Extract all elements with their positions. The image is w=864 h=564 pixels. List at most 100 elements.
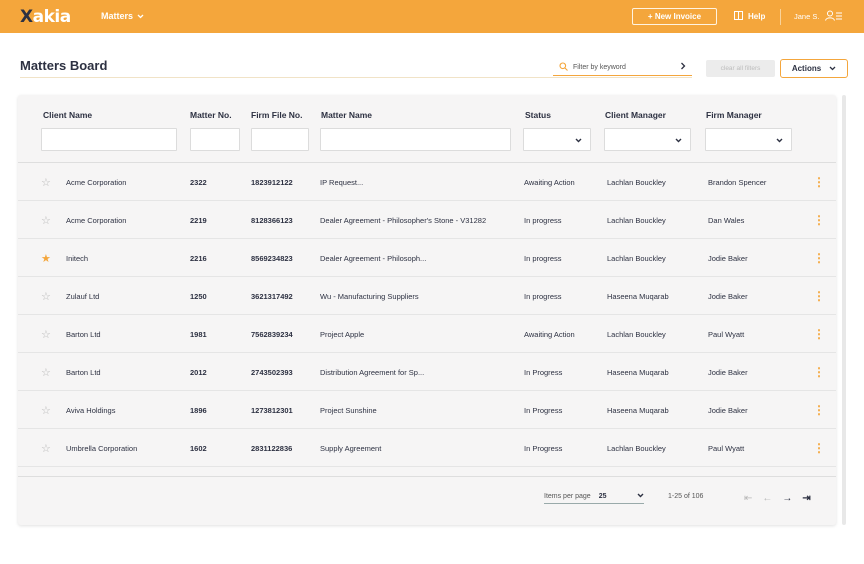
actions-label: Actions [791, 64, 822, 73]
status-cell: In progress [524, 253, 562, 263]
items-per-page-select[interactable]: Items per page 25 [544, 493, 644, 504]
header-client-name[interactable]: Client Name [43, 110, 92, 120]
user-menu[interactable]: Jane S. [794, 10, 843, 23]
firm-file-no-cell: 7562839234 [251, 329, 293, 339]
matter-name-filter-input[interactable] [320, 128, 511, 151]
help-book-icon [733, 10, 744, 23]
header-matter-no[interactable]: Matter No. [190, 110, 232, 120]
chevron-down-icon [829, 64, 836, 73]
chevron-right-icon[interactable] [680, 62, 692, 73]
matter-no-cell: 2216 [190, 253, 207, 263]
filter-input[interactable]: Filter by keyword [573, 64, 680, 71]
help-label: Help [748, 12, 766, 21]
firm-manager-cell: Brandon Spencer [708, 177, 767, 187]
client-manager-cell: Haseena Muqarab [607, 291, 669, 301]
matter-no-cell: 2219 [190, 215, 207, 225]
firm-file-no-filter-input[interactable] [251, 128, 309, 151]
client-name-filter-input[interactable] [41, 128, 177, 151]
vertical-scrollbar[interactable] [842, 95, 846, 525]
footer-divider [18, 476, 836, 477]
client-name-cell: Acme Corporation [66, 215, 127, 225]
more-options-icon[interactable]: ⋮ [813, 277, 825, 315]
new-invoice-button[interactable]: + New Invoice [632, 8, 717, 25]
firm-file-no-cell: 2831122836 [251, 443, 293, 453]
page-title: Matters Board [20, 58, 108, 73]
more-options-icon[interactable]: ⋮ [813, 163, 825, 201]
more-options-icon[interactable]: ⋮ [813, 429, 825, 467]
top-bar: Xakia Matters + New Invoice Help Jane S. [0, 0, 864, 33]
actions-button[interactable]: Actions [780, 59, 848, 78]
client-manager-cell: Lachlan Bouckley [607, 253, 666, 263]
more-options-icon[interactable]: ⋮ [813, 315, 825, 353]
firm-file-no-cell: 8569234823 [251, 253, 293, 263]
matter-no-cell: 1250 [190, 291, 207, 301]
next-page-icon[interactable]: → [782, 493, 792, 504]
keyword-filter[interactable]: Filter by keyword [553, 60, 692, 76]
client-manager-filter-select[interactable] [604, 128, 691, 151]
firm-manager-cell: Jodie Baker [708, 253, 748, 263]
firm-manager-filter-select[interactable] [705, 128, 792, 151]
more-options-icon[interactable]: ⋮ [813, 201, 825, 239]
status-filter-select[interactable] [523, 128, 591, 151]
matter-no-filter-input[interactable] [190, 128, 240, 151]
table-row[interactable]: ☆ Acme Corporation 2219 8128366123 Dealer Ag… [18, 201, 836, 239]
status-cell: Awaiting Action [524, 329, 575, 339]
firm-file-no-cell: 3621317492 [251, 291, 293, 301]
help-link[interactable]: Help [733, 10, 765, 23]
user-menu-icon [825, 10, 843, 23]
star-outline-icon[interactable]: ☆ [41, 277, 51, 315]
client-name-cell: Acme Corporation [66, 177, 127, 187]
star-outline-icon[interactable]: ☆ [41, 201, 51, 239]
table-row[interactable]: ☆ Zulauf Ltd 1250 3621317492 Wu - Manufactur… [18, 277, 836, 315]
header-status[interactable]: Status [525, 110, 551, 120]
star-outline-icon[interactable]: ☆ [41, 353, 51, 391]
header-client-manager[interactable]: Client Manager [605, 110, 666, 120]
clear-filters-button[interactable]: clear all filters [706, 60, 775, 77]
header-matter-name[interactable]: Matter Name [321, 110, 372, 120]
matter-no-cell: 1896 [190, 405, 207, 415]
items-per-page-value: 25 [598, 493, 607, 500]
more-options-icon[interactable]: ⋮ [813, 353, 825, 391]
status-cell: In Progress [524, 405, 563, 415]
chevron-down-icon [575, 135, 582, 145]
star-outline-icon[interactable]: ☆ [41, 391, 51, 429]
star-outline-icon[interactable]: ☆ [41, 429, 51, 467]
table-row[interactable]: ☆ Acme Corporation 2322 1823912122 IP Reques… [18, 163, 836, 201]
items-per-page-label: Items per page [544, 493, 591, 500]
chevron-down-icon [137, 11, 144, 21]
xakia-logo[interactable]: Xakia [20, 7, 71, 27]
star-outline-icon[interactable]: ☆ [41, 163, 51, 201]
title-underline [20, 77, 692, 78]
client-manager-cell: Lachlan Bouckley [607, 215, 666, 225]
table-row[interactable]: ☆ Umbrella Corporation 1602 2831122836 Suppl… [18, 429, 836, 467]
page-range: 1-25 of 106 [668, 493, 704, 500]
firm-file-no-cell: 2743502393 [251, 367, 293, 377]
matter-name-cell: Supply Agreement [320, 443, 382, 453]
client-name-cell: Zulauf Ltd [66, 291, 100, 301]
header-firm-file-no[interactable]: Firm File No. [251, 110, 302, 120]
matter-name-cell: Wu - Manufacturing Suppliers [320, 291, 419, 301]
table-row[interactable]: ☆ Barton Ltd 1981 7562839234 Project Apple Aw… [18, 315, 836, 353]
matter-name-cell: Distribution Agreement for Sp... [320, 367, 425, 377]
status-cell: In Progress [524, 443, 563, 453]
table-row[interactable]: ☆ Aviva Holdings 1896 1273812301 Project Sun… [18, 391, 836, 429]
client-name-cell: Barton Ltd [66, 329, 101, 339]
more-options-icon[interactable]: ⋮ [813, 391, 825, 429]
first-page-icon[interactable]: ⇤ [744, 493, 752, 504]
search-icon [553, 62, 573, 73]
star-filled-icon[interactable]: ★ [41, 239, 51, 277]
client-name-cell: Initech [66, 253, 89, 263]
matters-table-card: Client Name Matter No. Firm File No. Mat… [18, 95, 836, 525]
previous-page-icon[interactable]: ← [762, 493, 772, 504]
last-page-icon[interactable]: ⇥ [802, 493, 810, 504]
chevron-down-icon [637, 493, 644, 500]
matter-name-cell: Dealer Agreement - Philosopher's Stone -… [320, 215, 487, 225]
firm-file-no-cell: 1273812301 [251, 405, 293, 415]
star-outline-icon[interactable]: ☆ [41, 315, 51, 353]
matters-menu[interactable]: Matters [101, 11, 144, 21]
more-options-icon[interactable]: ⋮ [813, 239, 825, 277]
firm-file-no-cell: 8128366123 [251, 215, 293, 225]
table-row[interactable]: ☆ Barton Ltd 2012 2743502393 Distribution Ag… [18, 353, 836, 391]
header-firm-manager[interactable]: Firm Manager [706, 110, 762, 120]
table-row[interactable]: ★ Initech 2216 8569234823 Dealer Agreement -… [18, 239, 836, 277]
